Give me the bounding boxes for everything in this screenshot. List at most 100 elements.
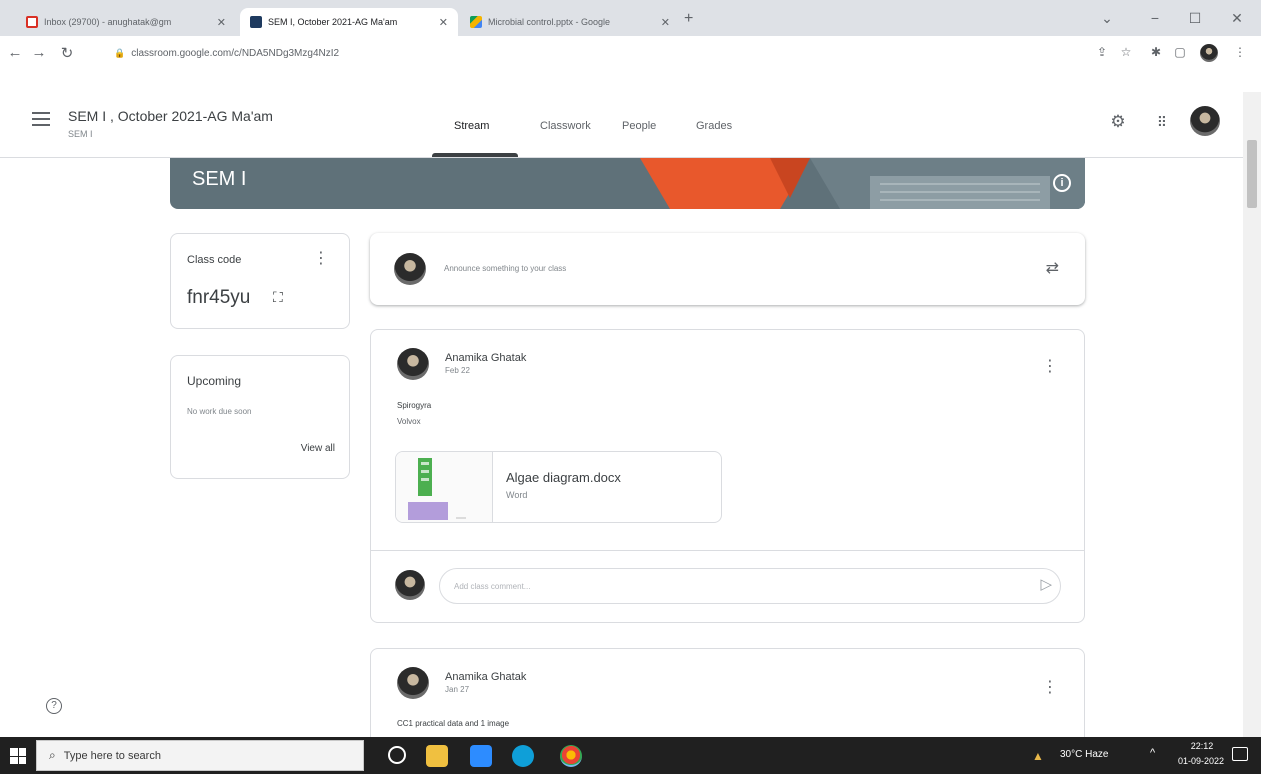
- account-avatar[interactable]: [1190, 106, 1220, 136]
- info-icon[interactable]: i: [1053, 174, 1071, 192]
- tab-search-icon[interactable]: ⌄: [1092, 10, 1122, 27]
- stream-post: Anamika Ghatak Jan 27 ⋮ CC1 practical da…: [370, 648, 1085, 748]
- zoom-icon[interactable]: [470, 745, 492, 767]
- side-panel-icon[interactable]: ▢: [1170, 45, 1190, 59]
- stream-post: Anamika Ghatak Feb 22 ⋮ Spirogyra Volvox…: [370, 329, 1085, 623]
- url-text: classroom.google.com/c/NDA5NDg3Mzg4NzI2: [131, 47, 340, 59]
- class-title[interactable]: SEM I , October 2021-AG Ma'am: [68, 108, 273, 124]
- upcoming-title: Upcoming: [187, 374, 242, 388]
- tab-stream[interactable]: Stream: [454, 120, 489, 132]
- close-tab-icon[interactable]: ✕: [217, 16, 226, 29]
- browser-toolbar: ← → ↻ 🔒 classroom.google.com/c/NDA5NDg3M…: [0, 36, 1261, 92]
- taskbar-search-box[interactable]: ⌕ Type here to search: [36, 740, 364, 771]
- gmail-icon: [26, 16, 38, 28]
- extensions-icon[interactable]: ✱: [1146, 45, 1166, 59]
- class-code-label: Class code: [187, 254, 242, 266]
- attachment-type: Word: [506, 490, 528, 500]
- notification-icon[interactable]: [1232, 747, 1248, 761]
- tab-title: SEM I, October 2021-AG Ma'am: [268, 17, 398, 27]
- post-text-line: CC1 practical data and 1 image: [397, 719, 510, 728]
- class-code-value: fnr45yu: [187, 287, 251, 308]
- fullscreen-icon[interactable]: ⛶: [273, 289, 283, 306]
- cortana-icon[interactable]: [388, 746, 406, 764]
- post-author: Anamika Ghatak: [445, 671, 527, 683]
- hamburger-menu-icon[interactable]: [32, 112, 50, 126]
- windows-start-icon[interactable]: [10, 748, 26, 764]
- author-avatar: [397, 348, 429, 380]
- view-all-link[interactable]: View all: [301, 443, 335, 454]
- post-date: Jan 27: [445, 685, 470, 694]
- upcoming-text: No work due soon: [187, 407, 252, 416]
- user-avatar: [394, 253, 426, 285]
- attachment-card[interactable]: Algae diagram.docx Word: [395, 451, 722, 523]
- chevron-up-icon[interactable]: ^: [1150, 747, 1155, 759]
- address-bar[interactable]: 🔒 classroom.google.com/c/NDA5NDg3Mzg4NzI…: [108, 40, 1008, 66]
- author-avatar: [397, 667, 429, 699]
- send-icon[interactable]: ▷: [1040, 575, 1052, 593]
- banner-title: SEM I: [192, 168, 247, 190]
- search-icon: ⌕: [49, 748, 56, 762]
- tab-people[interactable]: People: [622, 120, 656, 132]
- taskbar-search-placeholder: Type here to search: [63, 749, 161, 762]
- file-explorer-icon[interactable]: [426, 745, 448, 767]
- profile-avatar-icon[interactable]: [1200, 44, 1218, 62]
- repost-icon[interactable]: ⇄: [1046, 258, 1059, 278]
- lock-icon: 🔒: [114, 47, 126, 58]
- windows-taskbar: ⌕ Type here to search ▲ 30°C Haze ^ 22:1…: [0, 737, 1261, 774]
- reload-button[interactable]: ↻: [56, 44, 78, 62]
- chrome-icon[interactable]: [560, 745, 582, 767]
- classroom-icon: [250, 16, 262, 28]
- apps-grid-icon[interactable]: ⠿: [1150, 114, 1174, 131]
- back-button[interactable]: ←: [4, 44, 26, 61]
- class-code-card: Class code ⋮ fnr45yu ⛶: [170, 233, 350, 329]
- tab-drive[interactable]: Microbial control.pptx - Google ✕: [460, 8, 680, 36]
- new-tab-button[interactable]: +: [684, 10, 693, 28]
- announce-box[interactable]: Announce something to your class ⇄: [370, 233, 1085, 305]
- class-comment-input[interactable]: Add class comment...: [439, 568, 1061, 604]
- divider: [371, 550, 1084, 551]
- tab-grades[interactable]: Grades: [696, 120, 732, 132]
- tab-title: Microbial control.pptx - Google: [488, 17, 611, 27]
- settings-gear-icon[interactable]: ⚙: [1106, 112, 1130, 132]
- tab-inbox[interactable]: Inbox (29700) - anughatak@gm ✕: [16, 8, 236, 36]
- forward-button[interactable]: →: [28, 44, 50, 61]
- post-date: Feb 22: [445, 366, 470, 375]
- weather-text[interactable]: 30°C Haze: [1060, 749, 1108, 760]
- more-options-icon[interactable]: ⋮: [313, 248, 329, 268]
- class-banner: SEM I i: [170, 158, 1085, 209]
- edge-icon[interactable]: [512, 745, 534, 767]
- drive-icon: [470, 16, 482, 28]
- post-more-options-icon[interactable]: ⋮: [1042, 356, 1058, 376]
- post-text-line: Volvox: [397, 417, 421, 426]
- tab-title: Inbox (29700) - anughatak@gm: [44, 17, 172, 27]
- weather-icon: ▲: [1032, 749, 1044, 763]
- close-window-button[interactable]: ✕: [1222, 10, 1252, 27]
- page-scrollbar[interactable]: [1243, 92, 1261, 737]
- active-tab-indicator: [432, 153, 518, 157]
- post-text-line: Spirogyra: [397, 401, 432, 410]
- clock-date[interactable]: 01-09-2022: [1176, 756, 1226, 766]
- browser-tab-bar: Inbox (29700) - anughatak@gm ✕ SEM I, Oc…: [0, 0, 1261, 36]
- class-section: SEM I: [68, 129, 93, 139]
- share-icon[interactable]: ⇪: [1092, 45, 1112, 59]
- document-thumbnail: [396, 452, 493, 522]
- clock-time[interactable]: 22:12: [1180, 741, 1224, 751]
- maximize-button[interactable]: ☐: [1180, 10, 1210, 27]
- announce-placeholder[interactable]: Announce something to your class: [444, 264, 566, 273]
- close-tab-icon[interactable]: ✕: [439, 16, 448, 29]
- banner-illustration: [640, 158, 1085, 209]
- upcoming-card: Upcoming No work due soon View all: [170, 355, 350, 479]
- classroom-header: SEM I , October 2021-AG Ma'am SEM I Stre…: [0, 92, 1243, 158]
- scrollbar-thumb[interactable]: [1247, 140, 1257, 208]
- browser-menu-icon[interactable]: ⋮: [1230, 45, 1250, 59]
- post-author: Anamika Ghatak: [445, 352, 527, 364]
- tab-classroom[interactable]: SEM I, October 2021-AG Ma'am ✕: [240, 8, 458, 36]
- tab-classwork[interactable]: Classwork: [540, 120, 591, 132]
- help-icon[interactable]: ?: [46, 698, 62, 714]
- user-avatar: [395, 570, 425, 600]
- close-tab-icon[interactable]: ✕: [661, 16, 670, 29]
- post-more-options-icon[interactable]: ⋮: [1042, 677, 1058, 697]
- minimize-button[interactable]: −: [1140, 10, 1170, 26]
- bookmark-star-icon[interactable]: ☆: [1116, 45, 1136, 59]
- attachment-name: Algae diagram.docx: [506, 470, 621, 485]
